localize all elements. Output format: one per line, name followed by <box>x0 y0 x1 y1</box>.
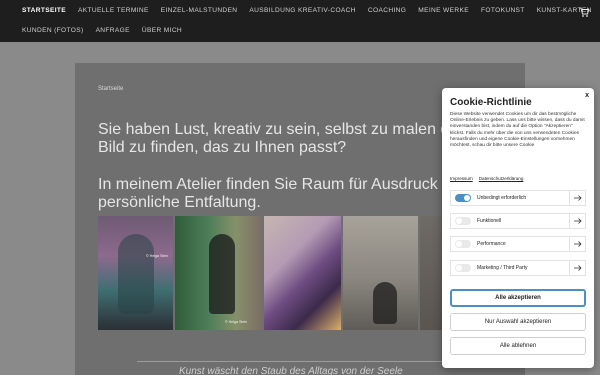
buddha-figure <box>372 282 397 324</box>
nav-item-kunden-fotos[interactable]: KUNDEN (FOTOS) <box>22 27 84 34</box>
cookie-dialog-title: Cookie-Richtlinie <box>450 97 532 108</box>
nav-item-aktuelle-termine[interactable]: AKTUELLE TERMINE <box>78 7 149 14</box>
nav-item-einzel-malstunden[interactable]: EINZEL-MALSTUNDEN <box>161 7 238 14</box>
quote-line: Kunst wäscht den Staub des Alltags von d… <box>179 366 403 375</box>
nav-row-1: STARTSEITE AKTUELLE TERMINE EINZEL-MALST… <box>22 7 592 14</box>
cookie-category-necessary[interactable]: Unbedingt erforderlich <box>450 190 586 206</box>
toggle-switch[interactable] <box>455 240 471 248</box>
toggle-switch[interactable] <box>455 217 471 225</box>
cookie-category-performance[interactable]: Performance <box>450 236 586 252</box>
cookie-category-label: Unbedingt erforderlich <box>477 195 527 201</box>
shopping-cart-icon[interactable] <box>578 5 590 17</box>
cookie-category-functional[interactable]: Funktionell <box>450 213 586 229</box>
accept-all-button[interactable]: Alle akzeptieren <box>450 289 586 307</box>
nav-item-ueber-mich[interactable]: ÜBER MICH <box>142 27 182 34</box>
divider <box>137 361 467 362</box>
cookie-dialog: Cookie-Richtlinie x Diese Website verwen… <box>442 88 594 368</box>
cookie-links: Impressum Datenschutzerklärung <box>450 176 523 181</box>
arrow-right-icon[interactable] <box>569 261 585 275</box>
imprint-link[interactable]: Impressum <box>450 176 473 181</box>
cookie-category-label: Marketing / Third Party <box>477 265 528 271</box>
arrow-right-icon[interactable] <box>569 237 585 251</box>
portrait-figure <box>118 234 154 314</box>
gallery-image-portrait[interactable]: © Helga Stein <box>98 216 173 330</box>
gallery-image-silhouette[interactable]: © Helga Stein <box>174 216 262 330</box>
silhouette-figure <box>208 234 235 314</box>
nav-row-2: KUNDEN (FOTOS) ANFRAGE ÜBER MICH <box>22 27 182 34</box>
toggle-switch[interactable] <box>455 194 471 202</box>
cookie-category-label: Performance <box>477 241 506 247</box>
photo-credit: © Helga Stein <box>224 320 248 324</box>
accept-selection-button[interactable]: Nur Auswahl akzeptieren <box>450 313 586 331</box>
gallery-image-buddha[interactable] <box>342 216 418 330</box>
reject-all-button[interactable]: Alle ablehnen <box>450 337 586 355</box>
nav-item-anfrage[interactable]: ANFRAGE <box>96 27 130 34</box>
nav-item-fotokunst[interactable]: FOTOKUNST <box>481 7 525 14</box>
privacy-link[interactable]: Datenschutzerklärung <box>479 176 524 181</box>
nav-item-ausbildung-kreativ-coach[interactable]: AUSBILDUNG KREATIV-COACH <box>249 7 355 14</box>
cookie-description: Diese Website verwendet Cookies um dir d… <box>450 112 585 149</box>
top-navigation: STARTSEITE AKTUELLE TERMINE EINZEL-MALST… <box>0 0 600 42</box>
nav-item-coaching[interactable]: COACHING <box>368 7 406 14</box>
gallery-image-abstract[interactable] <box>263 216 341 330</box>
arrow-right-icon[interactable] <box>569 214 585 228</box>
cookie-category-label: Funktionell <box>477 218 502 224</box>
photo-credit: © Helga Stein <box>146 254 169 258</box>
cookie-category-marketing[interactable]: Marketing / Third Party <box>450 260 586 276</box>
close-icon[interactable]: x <box>585 92 589 99</box>
arrow-right-icon[interactable] <box>569 191 585 205</box>
nav-item-startseite[interactable]: STARTSEITE <box>22 7 66 14</box>
breadcrumb[interactable]: Startseite <box>98 86 123 92</box>
nav-item-meine-werke[interactable]: MEINE WERKE <box>418 7 469 14</box>
toggle-switch[interactable] <box>455 264 471 272</box>
